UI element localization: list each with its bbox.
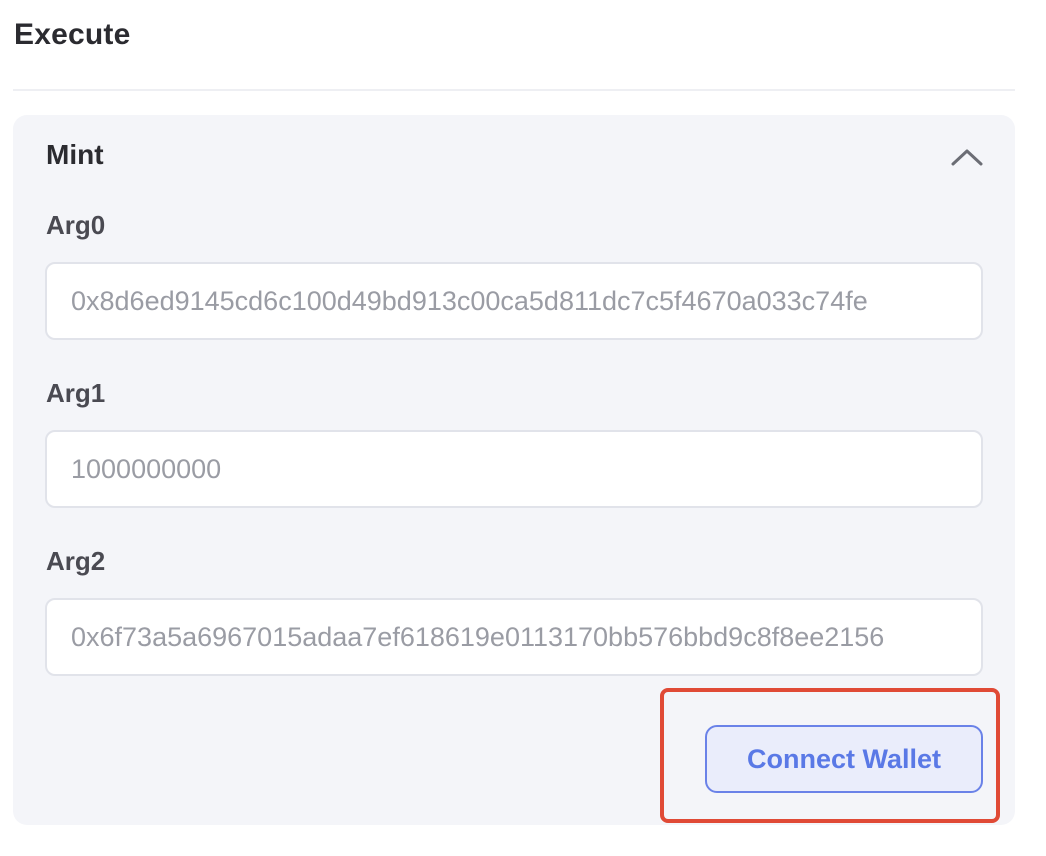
- card-title: Mint: [46, 139, 104, 170]
- divider: [13, 89, 1015, 91]
- arg0-label: Arg0: [46, 210, 106, 240]
- execute-panel: Execute Mint Arg0 Arg1 Arg2 Connect Wall…: [0, 0, 1046, 856]
- arg1-input[interactable]: [45, 430, 983, 508]
- section-title: Execute: [14, 18, 131, 51]
- arg0-input[interactable]: [45, 262, 983, 340]
- connect-wallet-button[interactable]: Connect Wallet: [705, 725, 983, 793]
- arg2-input[interactable]: [45, 598, 983, 676]
- arg1-label: Arg1: [46, 378, 106, 408]
- collapse-button[interactable]: [947, 137, 987, 177]
- chevron-up-icon: [951, 149, 983, 166]
- arg2-label: Arg2: [46, 546, 106, 576]
